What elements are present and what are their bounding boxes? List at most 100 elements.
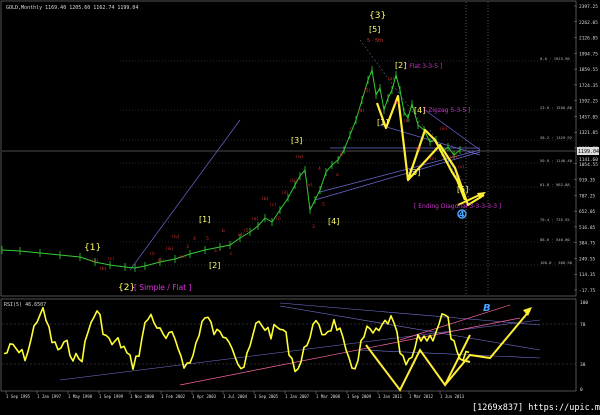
fib-label: 100.0 · 368.90 [540, 260, 573, 265]
target-marker-label: 4 [459, 210, 465, 219]
rsi-label: RSI(5) 46.6507 [4, 302, 46, 308]
fib-label: 38.2 · 1329.92 [540, 135, 572, 140]
fib-label: 50.0 · 1146.40 [540, 158, 573, 163]
time-tick: 1 Nov 2000 [130, 394, 155, 399]
bracket-2: [2] [209, 261, 220, 270]
price-tick: 787.25 [579, 193, 596, 199]
current-price-value: 1199.04 [578, 149, 599, 155]
price-tick: 114.35 [579, 272, 596, 278]
price-tick: 2397.25 [579, 4, 598, 10]
price-tick: 1321.85 [579, 130, 598, 136]
price-tick: 2262.05 [579, 20, 598, 26]
fib-label: 61.8 · 962.88 [540, 182, 570, 187]
sub-wave-mark: (a) [92, 258, 99, 264]
sub-wave-mark: (v) [458, 164, 464, 170]
sub-wave-mark: 5 [322, 202, 325, 208]
sub-wave-mark: (i) [150, 251, 155, 257]
sub-wave-mark: b [222, 228, 225, 234]
price-tick: 1859.55 [579, 67, 598, 73]
price-tick: 1724.35 [579, 83, 598, 89]
sub-wave-mark: (a) [252, 216, 259, 222]
price-tick: 1457.05 [579, 114, 598, 120]
price-tick: 1994.75 [579, 51, 598, 57]
sub-wave-mark: (ii) [158, 258, 164, 264]
sub-wave-mark: (v) [306, 182, 312, 188]
top-3: [3] [409, 168, 420, 177]
time-tick: 1 Sep 2005 [254, 394, 279, 399]
sub-wave-mark: (b) [262, 196, 269, 202]
sub-wave-mark: (ii) [282, 190, 288, 196]
wave-3-sub-label: 5 · 5th [367, 38, 383, 44]
top-5: [5] [457, 185, 468, 194]
bracket-1: [1] [199, 215, 210, 224]
price-tick: -17.75 [579, 288, 596, 294]
time-tick: 1 Feb 2002 [161, 394, 186, 399]
wave-2-desc: [ Simple / Flat ] [134, 283, 192, 292]
wave-3-label: {3} [369, 11, 386, 21]
price-tick: 1592.25 [579, 99, 598, 105]
rsi-tick: 30 [580, 362, 586, 368]
sub-wave-mark: (iv) [296, 154, 304, 160]
flat-label: [ Flat 3-3-5 ] [405, 63, 442, 70]
sub-wave-mark: a [214, 249, 217, 254]
rsi-tick: 70 [580, 322, 586, 328]
sub-wave-mark: (4) [358, 108, 365, 114]
price-tick: 516.85 [579, 225, 596, 231]
fib-label: 23.6 · 1556.88 [540, 105, 573, 110]
top-1: [1] [377, 118, 388, 127]
chart-header: GOLD,Monthly 1169.40 1205.60 1162.74 119… [6, 5, 138, 11]
sub-wave-mark: (c) [270, 202, 276, 208]
rsi-axis: 100 70 30 0 [580, 300, 588, 393]
wave-3-sub-5: [5] [369, 25, 380, 34]
sub-wave-mark: (b) [100, 266, 107, 272]
time-tick: 1 May 1998 [68, 394, 93, 399]
sub-wave-mark: 4 [193, 236, 196, 242]
rsi-b-marker: B [483, 303, 491, 314]
sub-wave-mark: (iii) [440, 126, 448, 132]
price-tick: 652.05 [579, 209, 596, 215]
sub-wave-mark: b [340, 152, 343, 158]
time-tick: 1 Mar 2012 [409, 394, 434, 399]
marker-price-value: 1141.60 [579, 157, 598, 163]
sub-wave-mark: (iv) [450, 154, 458, 160]
fib-label: 76.4 · 735.92 [540, 217, 570, 222]
price-tick: 2126.85 [579, 36, 598, 42]
rsi-tick: 0 [580, 387, 583, 393]
fib-label: 88.6 · 546.00 [540, 237, 570, 242]
fib-label: 0.0 · 1923.90 [540, 56, 570, 61]
sub-wave-mark: 3 [312, 224, 315, 230]
time-tick: 1 Jul 2004 [223, 394, 248, 399]
sub-wave-mark: (5) [244, 228, 251, 234]
zigzag-label: [ Zigzag 5-3-5 ] [424, 107, 470, 114]
wave-1-label: {1} [84, 243, 101, 253]
sub-wave-mark: (c) [404, 118, 410, 124]
time-tick: 1 Jun 2013 [440, 394, 465, 399]
sub-wave-mark: (v) [180, 254, 186, 260]
sub-wave-mark: 4 [318, 166, 321, 172]
price-tick: 249.55 [579, 256, 596, 262]
sub-wave-mark: (5) [364, 88, 371, 94]
sub-wave-mark: (iii) [166, 246, 174, 252]
time-tick: 1 Mar 2008 [316, 394, 341, 399]
time-tick: 1 Sep 1995 [6, 394, 31, 399]
rsi-tick: 100 [580, 300, 588, 306]
sub-wave-mark: (b) [394, 100, 401, 106]
sub-wave-mark: 3 [186, 244, 189, 250]
chart-canvas: GOLD,Monthly 1169.40 1205.60 1162.74 119… [0, 0, 600, 413]
wave-2-label: {2} [118, 283, 135, 293]
sub-wave-mark: a [336, 173, 339, 178]
sub-wave-mark: 5 [206, 236, 209, 242]
bracket-4: [4] [328, 217, 339, 226]
time-tick: 1 Apr 2003 [192, 394, 217, 399]
time-tick: 1 Jan 2011 [378, 394, 403, 399]
sub-wave-mark: (i) [416, 146, 421, 152]
ending-label: [ Ending Diagonal 3-3-3-3-3 ] [414, 203, 501, 210]
time-tick: 1 Jan 2007 [285, 394, 310, 399]
sub-wave-mark: (i) [276, 216, 281, 222]
time-tick: 1 Sep 2009 [347, 394, 372, 399]
time-tick: 1 Sep 1999 [99, 394, 124, 399]
sub-wave-mark: (iii) [290, 178, 298, 184]
price-tick: 919.35 [579, 178, 596, 184]
sub-wave-mark: (c) [108, 256, 114, 262]
sub-wave-mark: (ii) [430, 156, 436, 162]
